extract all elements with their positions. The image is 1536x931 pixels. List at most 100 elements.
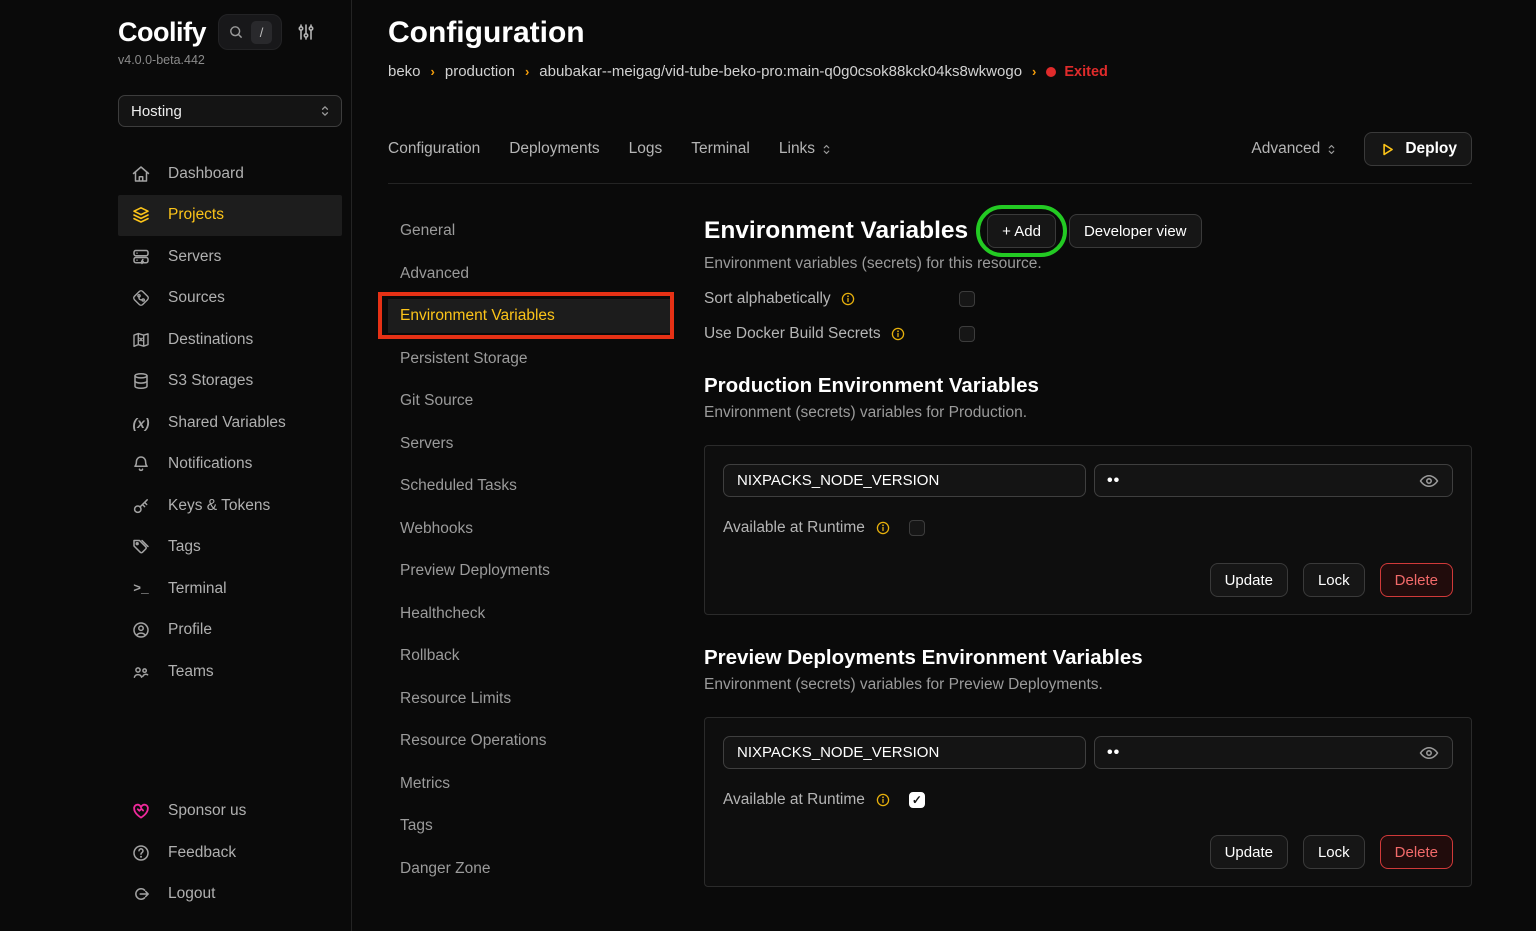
subnav-item-general[interactable]: General (388, 214, 670, 248)
sidebar-item-logout[interactable]: Logout (118, 874, 342, 916)
available-at-runtime-checkbox[interactable] (909, 520, 925, 536)
env-value-field[interactable]: •• (1094, 736, 1453, 769)
sidebar-item-label: Sponsor us (168, 802, 246, 820)
sidebar-item-label: Terminal (168, 580, 227, 598)
team-select[interactable]: Hosting (118, 95, 342, 127)
sidebar-item-teams[interactable]: Teams (118, 651, 342, 693)
docker-build-secrets-row: Use Docker Build Secrets (704, 325, 975, 343)
key-icon (130, 496, 152, 516)
sidebar-item-profile[interactable]: Profile (118, 610, 342, 652)
lock-button[interactable]: Lock (1303, 835, 1365, 869)
eye-icon[interactable] (1418, 470, 1440, 492)
sidebar-nav: Dashboard Projects Servers Sources Desti… (118, 153, 342, 693)
toggle-label: Use Docker Build Secrets (704, 325, 881, 343)
breadcrumb-separator: › (1032, 64, 1036, 79)
search-button[interactable]: / (218, 14, 282, 50)
subnav-item-webhooks[interactable]: Webhooks (388, 512, 670, 546)
advanced-dropdown[interactable]: Advanced (1251, 140, 1338, 158)
lock-button[interactable]: Lock (1303, 563, 1365, 597)
sidebar-item-label: Profile (168, 621, 212, 639)
info-icon[interactable] (840, 291, 856, 307)
subnav-item-git-source[interactable]: Git Source (388, 384, 670, 418)
preview-section-description: Environment (secrets) variables for Prev… (704, 676, 1472, 694)
delete-button[interactable]: Delete (1380, 835, 1453, 869)
sidebar-item-label: Destinations (168, 331, 253, 349)
sidebar-item-servers[interactable]: Servers (118, 236, 342, 278)
status-badge: Exited (1046, 64, 1108, 80)
settings-sliders-icon[interactable] (296, 22, 316, 42)
eye-icon[interactable] (1418, 742, 1440, 764)
tab-configuration[interactable]: Configuration (388, 140, 480, 158)
sidebar-item-notifications[interactable]: Notifications (118, 444, 342, 486)
sidebar-footer: Sponsor us Feedback Logout (118, 791, 342, 916)
database-icon (130, 371, 152, 391)
sidebar-item-dashboard[interactable]: Dashboard (118, 153, 342, 195)
subnav-item-metrics[interactable]: Metrics (388, 767, 670, 801)
production-env-variable-card: •• Available at Runtime Update Lock (704, 445, 1472, 615)
breadcrumb-project[interactable]: beko (388, 63, 421, 80)
subnav-item-resource-operations[interactable]: Resource Operations (388, 724, 670, 758)
tab-logs[interactable]: Logs (629, 140, 663, 158)
subnav-item-advanced[interactable]: Advanced (388, 257, 670, 291)
env-name-input[interactable] (723, 464, 1086, 497)
chevron-up-down-icon (318, 104, 332, 118)
tab-bar-right: Advanced Deploy (1251, 132, 1472, 166)
breadcrumb-resource[interactable]: abubakar--meigag/vid-tube-beko-pro:main-… (539, 63, 1022, 80)
sidebar-item-s3-storages[interactable]: S3 Storages (118, 361, 342, 403)
sidebar-item-sources[interactable]: Sources (118, 278, 342, 320)
env-card-actions: Update Lock Delete (723, 835, 1453, 869)
search-icon (228, 24, 244, 40)
sidebar-item-label: Servers (168, 248, 221, 266)
breadcrumb-environment[interactable]: production (445, 63, 515, 80)
sidebar-item-label: Feedback (168, 844, 236, 862)
tab-links[interactable]: Links (779, 140, 833, 158)
update-button[interactable]: Update (1210, 835, 1288, 869)
subnav-item-healthcheck[interactable]: Healthcheck (388, 597, 670, 631)
env-inputs-row: •• (723, 464, 1453, 497)
logout-icon (130, 884, 152, 904)
main-area: Configuration beko › production › abubak… (352, 0, 1536, 931)
update-button[interactable]: Update (1210, 563, 1288, 597)
sidebar-item-destinations[interactable]: Destinations (118, 319, 342, 361)
variable-icon: (x) (130, 415, 152, 431)
subnav-item-persistent-storage[interactable]: Persistent Storage (388, 342, 670, 376)
subnav-item-rollback[interactable]: Rollback (388, 639, 670, 673)
layers-icon (130, 205, 152, 225)
sort-alphabetically-checkbox[interactable] (959, 291, 975, 307)
add-env-variable-button[interactable]: + Add (987, 214, 1056, 248)
sidebar-item-keys-tokens[interactable]: Keys & Tokens (118, 485, 342, 527)
sidebar-item-terminal[interactable]: >_ Terminal (118, 568, 342, 610)
docker-build-secrets-checkbox[interactable] (959, 326, 975, 342)
info-icon[interactable] (875, 792, 891, 808)
delete-button[interactable]: Delete (1380, 563, 1453, 597)
subnav-item-scheduled-tasks[interactable]: Scheduled Tasks (388, 469, 670, 503)
masked-value: •• (1107, 472, 1120, 490)
developer-view-button[interactable]: Developer view (1069, 214, 1202, 248)
env-value-field[interactable]: •• (1094, 464, 1453, 497)
sidebar-item-sponsor[interactable]: Sponsor us (118, 791, 342, 833)
sort-alphabetically-row: Sort alphabetically (704, 290, 975, 308)
subnav-item-tags[interactable]: Tags (388, 809, 670, 843)
subnav-item-resource-limits[interactable]: Resource Limits (388, 682, 670, 716)
sidebar-item-shared-variables[interactable]: (x) Shared Variables (118, 402, 342, 444)
map-icon (130, 330, 152, 350)
user-icon (130, 620, 152, 640)
info-icon[interactable] (890, 326, 906, 342)
deploy-button[interactable]: Deploy (1364, 132, 1472, 166)
env-description: Environment variables (secrets) for this… (704, 255, 1472, 273)
tab-terminal[interactable]: Terminal (691, 140, 750, 158)
subnav-item-environment-variables[interactable]: Environment Variables (388, 299, 670, 333)
subnav-item-danger-zone[interactable]: Danger Zone (388, 852, 670, 886)
sidebar-item-feedback[interactable]: Feedback (118, 832, 342, 874)
runtime-label: Available at Runtime (723, 519, 865, 537)
tab-deployments[interactable]: Deployments (509, 140, 599, 158)
subnav-item-preview-deployments[interactable]: Preview Deployments (388, 554, 670, 588)
sidebar-item-projects[interactable]: Projects (118, 195, 342, 237)
available-at-runtime-checkbox[interactable] (909, 792, 925, 808)
breadcrumb: beko › production › abubakar--meigag/vid… (388, 63, 1472, 80)
sidebar-item-tags[interactable]: Tags (118, 527, 342, 569)
info-icon[interactable] (875, 520, 891, 536)
team-icon (130, 662, 152, 682)
env-name-input[interactable] (723, 736, 1086, 769)
subnav-item-servers[interactable]: Servers (388, 427, 670, 461)
